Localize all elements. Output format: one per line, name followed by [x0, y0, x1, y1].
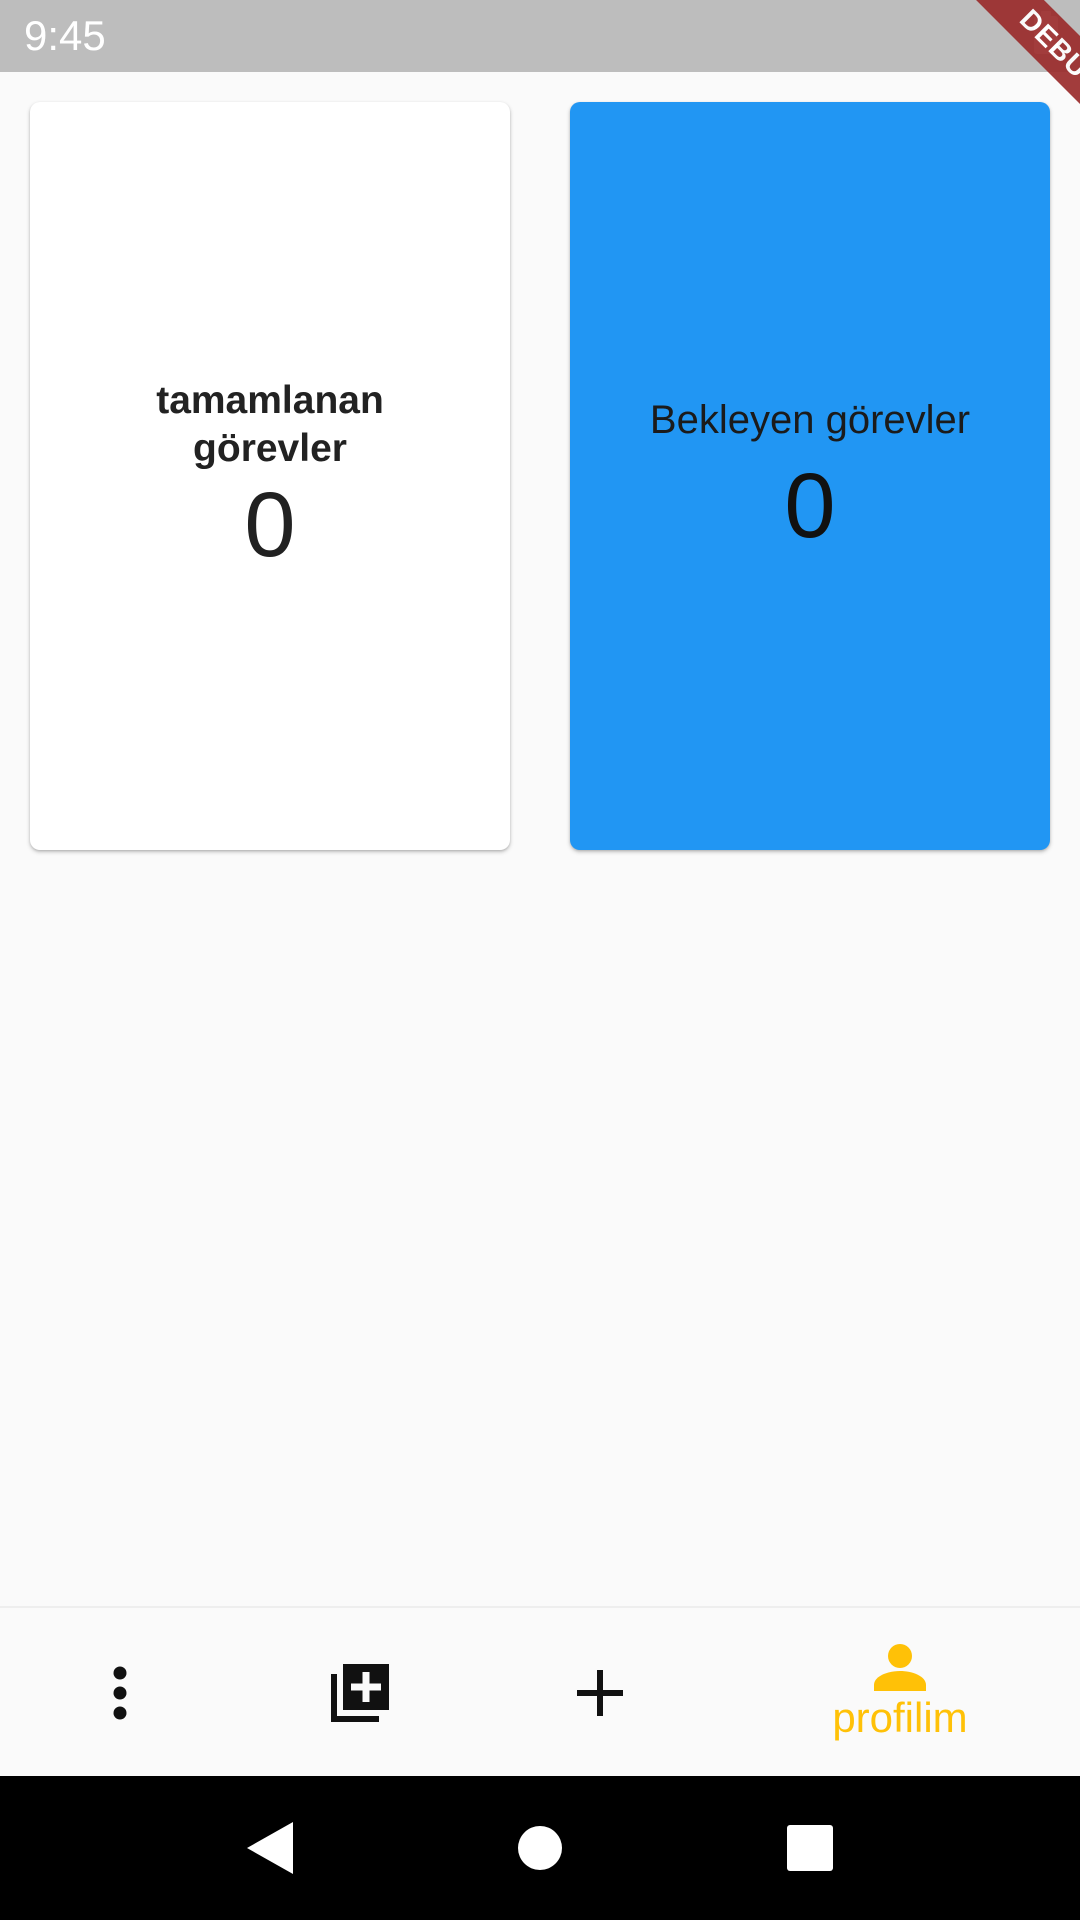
nav-more-button[interactable] — [60, 1608, 180, 1778]
bottom-navigation: profilim — [0, 1606, 1080, 1778]
completed-tasks-card[interactable]: tamamlanan görevler 0 — [30, 102, 510, 850]
pending-tasks-title: Bekleyen görevler — [649, 398, 971, 442]
system-recents-button[interactable] — [750, 1776, 870, 1920]
pending-tasks-card[interactable]: Bekleyen görevler 0 — [570, 102, 1050, 850]
system-back-button[interactable] — [210, 1776, 330, 1920]
completed-tasks-count: 0 — [244, 474, 296, 576]
add-icon — [577, 1670, 623, 1716]
pending-tasks-count: 0 — [784, 455, 836, 557]
nav-add-button[interactable] — [540, 1608, 660, 1778]
more-vert-icon — [113, 1666, 127, 1720]
completed-tasks-title: tamamlanan görevler — [156, 379, 384, 470]
library-add-icon — [331, 1664, 389, 1722]
system-home-button[interactable] — [480, 1776, 600, 1920]
status-time: 9:45 — [24, 12, 106, 59]
person-icon — [874, 1644, 926, 1691]
system-navigation-bar — [0, 1776, 1080, 1920]
nav-profile-button[interactable]: profilim — [800, 1608, 1000, 1778]
status-bar: 9:45 — [0, 0, 1080, 72]
back-icon — [247, 1822, 293, 1874]
home-icon — [518, 1826, 562, 1870]
nav-add-list-button[interactable] — [300, 1608, 420, 1778]
nav-profile-label: profilim — [832, 1694, 968, 1741]
battery-icon — [1034, 11, 1058, 54]
recents-icon — [787, 1825, 833, 1871]
